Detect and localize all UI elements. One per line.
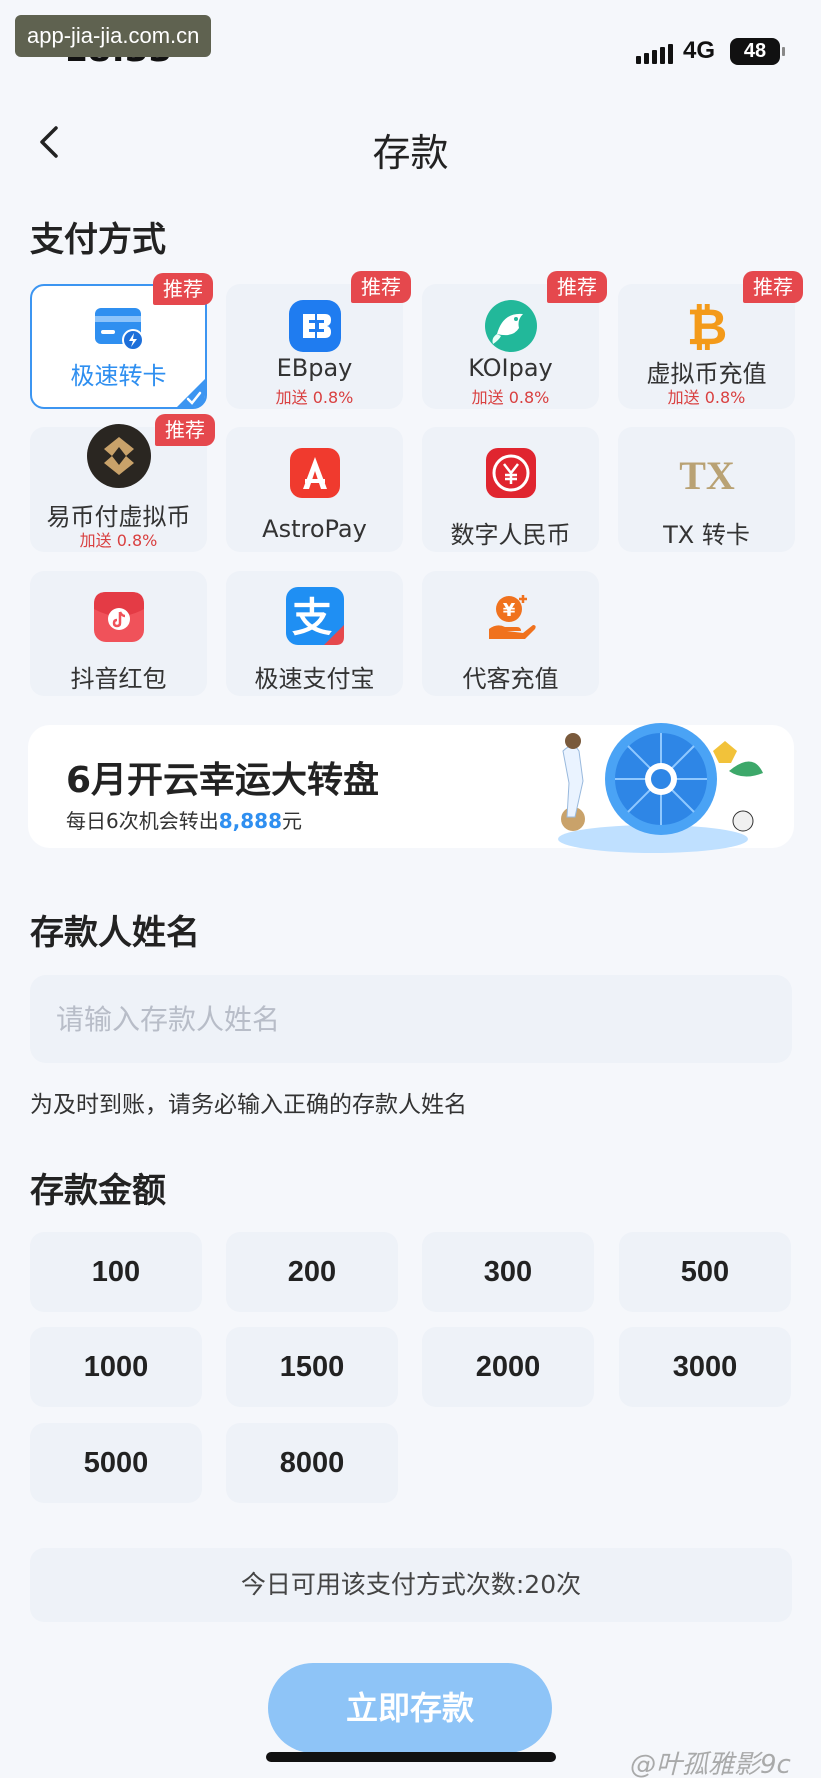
method-ebipay[interactable]: 易币付虚拟币 加送 0.8% 推荐 <box>30 414 215 552</box>
amount-option[interactable]: 8000 <box>226 1423 398 1503</box>
method-agent-topup[interactable]: ¥ 代客充值 <box>422 571 599 696</box>
method-fast-card[interactable]: 极速转卡 推荐 <box>30 273 213 409</box>
method-label: 极速支付宝 <box>254 665 375 693</box>
signal-icon <box>636 44 673 64</box>
method-koipay[interactable]: KOIpay 加送 0.8% 推荐 <box>422 271 607 409</box>
method-label: AstroPay <box>262 515 367 543</box>
bonus-text: 加送 0.8% <box>471 388 550 407</box>
svg-text:TX: TX <box>679 453 735 498</box>
method-label: TX 转卡 <box>663 521 750 549</box>
battery-icon: 48 <box>730 38 785 65</box>
watermark-label: app-jia-jia.com.cn <box>15 15 212 57</box>
bonus-text: 加送 0.8% <box>79 531 158 550</box>
banner-subtitle-prefix: 每日6次机会转出 <box>66 809 219 833</box>
banner-subtitle: 每日6次机会转出8,888元 <box>66 805 302 834</box>
amount-option[interactable]: 500 <box>619 1232 791 1312</box>
method-tx-card[interactable]: TX TX 转卡 <box>618 427 795 552</box>
svg-text:¥: ¥ <box>502 600 515 621</box>
bank-card-flash-icon <box>91 300 147 356</box>
method-ebpay[interactable]: EBpay 加送 0.8% 推荐 <box>226 271 411 409</box>
recommend-badge: 推荐 <box>153 273 213 305</box>
page-title: 存款 <box>372 131 449 175</box>
douyin-red-packet-icon <box>91 589 147 645</box>
recommend-badge: 推荐 <box>155 414 215 446</box>
recommend-badge: 推荐 <box>547 271 607 303</box>
amount-option[interactable]: 1000 <box>30 1327 202 1407</box>
banner-subtitle-suffix: 元 <box>282 809 302 833</box>
method-label: EBpay <box>276 354 353 382</box>
nav-bar: 存款 <box>0 110 821 180</box>
amount-option[interactable]: 1500 <box>226 1327 398 1407</box>
alipay-icon: 支 <box>284 585 346 647</box>
ebipay-icon <box>86 423 152 489</box>
amount-option[interactable]: 100 <box>30 1232 202 1312</box>
depositor-name-input[interactable] <box>30 975 792 1063</box>
status-bar: 18:33 app-jia-jia.com.cn 4G 48 <box>0 0 821 100</box>
tx-logo-icon: TX <box>675 445 739 501</box>
agent-topup-icon: ¥ <box>483 589 539 645</box>
bitcoin-icon: ₿ <box>679 298 735 356</box>
amount-option[interactable]: 200 <box>226 1232 398 1312</box>
selected-check-icon <box>177 379 205 407</box>
daily-limit-notice: 今日可用该支付方式次数:20次 <box>30 1548 792 1622</box>
method-douyin[interactable]: 抖音红包 <box>30 571 207 696</box>
method-crypto[interactable]: ₿ 虚拟币充值 加送 0.8% 推荐 <box>618 271 803 409</box>
svg-text:支: 支 <box>292 595 332 641</box>
network-type: 4G <box>683 37 716 64</box>
recommend-badge: 推荐 <box>351 271 411 303</box>
amount-option[interactable]: 5000 <box>30 1423 202 1503</box>
method-alipay[interactable]: 支 极速支付宝 <box>226 571 403 696</box>
watermark-label: @叶孤雅影9c <box>630 1750 791 1778</box>
ebpay-icon <box>287 298 343 354</box>
depositor-name-field[interactable] <box>30 975 792 1063</box>
prize-wheel-illustration <box>558 723 763 853</box>
depositor-name-heading: 存款人姓名 <box>30 913 200 953</box>
lucky-wheel-banner[interactable]: 6月开云幸运大转盘 每日6次机会转出8,888元 <box>28 723 794 853</box>
koi-fish-icon <box>483 298 539 354</box>
deposit-amount-heading: 存款金额 <box>30 1171 166 1211</box>
banner-amount: 8,888 <box>218 809 282 833</box>
deposit-now-button[interactable]: 立即存款 <box>268 1663 552 1753</box>
payment-method-heading: 支付方式 <box>30 220 166 260</box>
method-astropay[interactable]: AstroPay <box>226 427 403 552</box>
astropay-icon <box>287 445 343 501</box>
svg-text:₿: ₿ <box>686 298 727 354</box>
recommend-badge: 推荐 <box>743 271 803 303</box>
digital-rmb-icon <box>483 445 539 501</box>
bonus-text: 加送 0.8% <box>667 388 746 407</box>
amount-option[interactable]: 2000 <box>422 1327 594 1407</box>
method-digital-rmb[interactable]: 数字人民币 <box>422 427 599 552</box>
amount-option[interactable]: 3000 <box>619 1327 791 1407</box>
amount-option[interactable]: 300 <box>422 1232 594 1312</box>
method-label: KOIpay <box>468 354 553 382</box>
home-indicator[interactable] <box>266 1752 556 1762</box>
method-label: 抖音红包 <box>70 665 167 693</box>
depositor-hint: 为及时到账，请务必输入正确的存款人姓名 <box>30 1092 467 1118</box>
method-label: 数字人民币 <box>450 521 571 549</box>
banner-title: 6月开云幸运大转盘 <box>66 760 380 801</box>
method-label: 代客充值 <box>462 665 559 693</box>
bonus-text: 加送 0.8% <box>275 388 354 407</box>
